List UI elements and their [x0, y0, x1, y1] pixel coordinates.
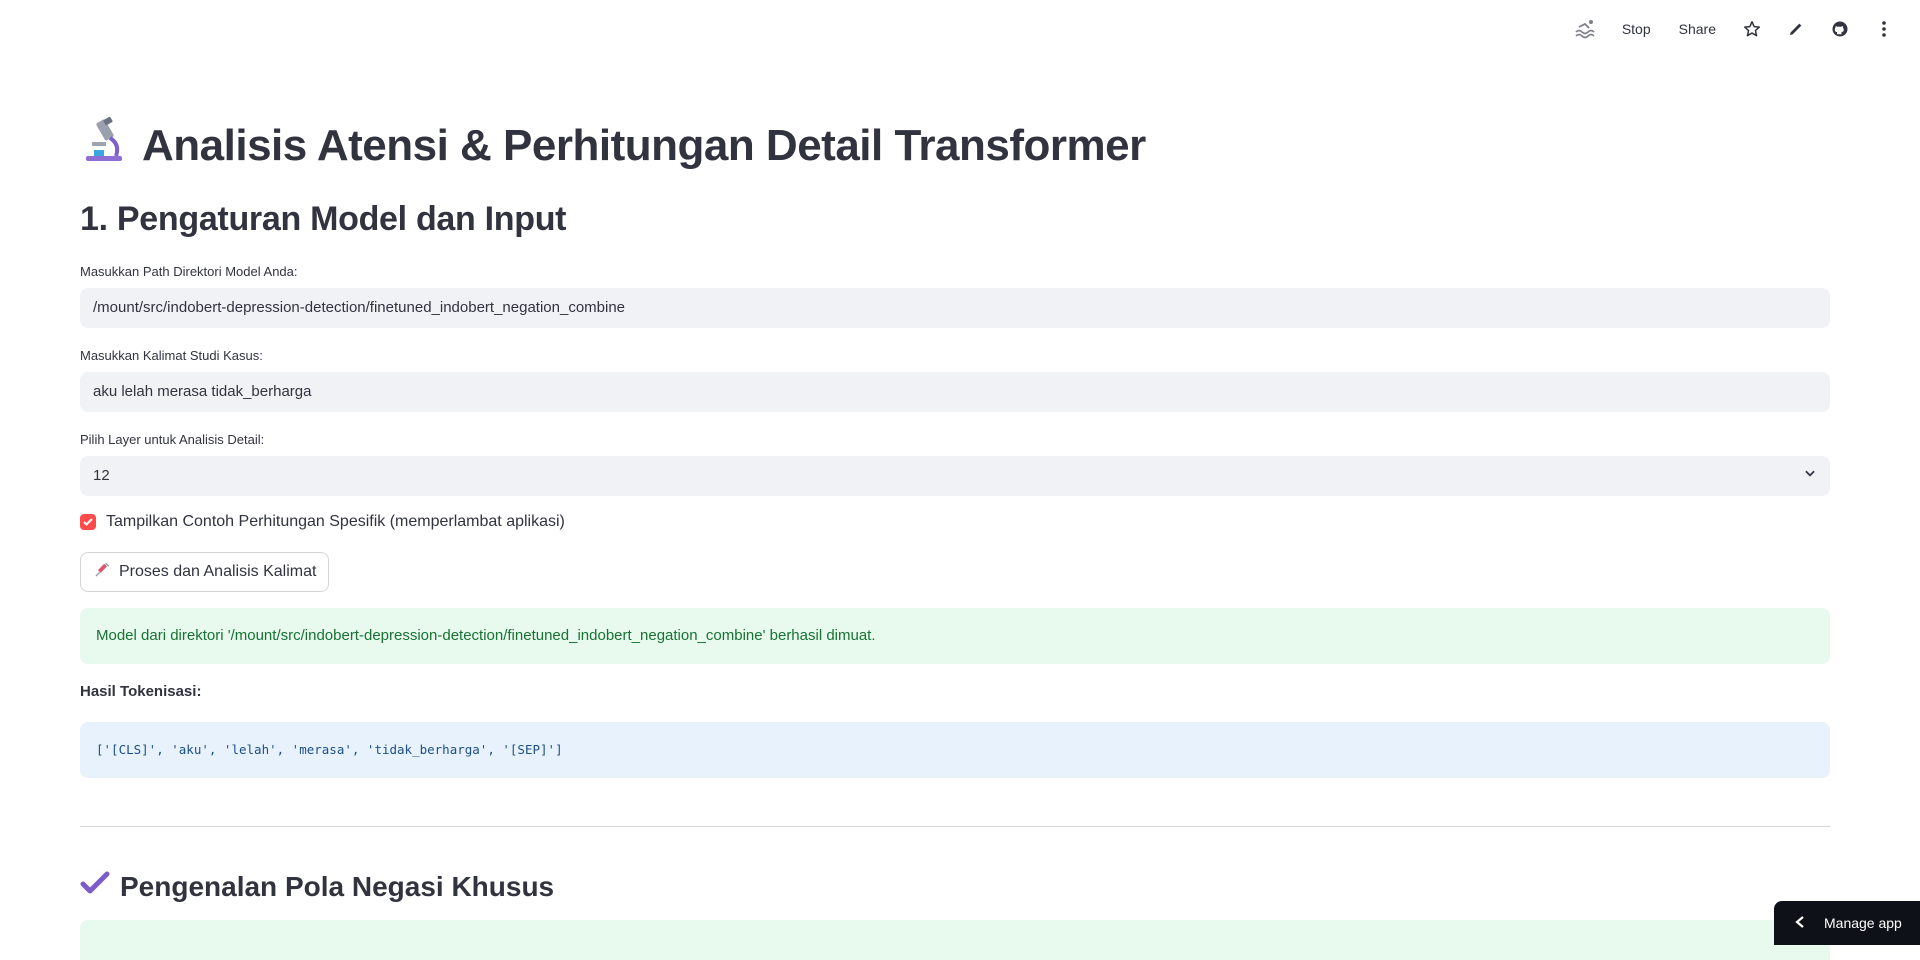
- negation-pattern-heading: Pengenalan Pola Negasi Khusus: [120, 871, 554, 903]
- check-mark-icon: [80, 870, 110, 903]
- sentence-input[interactable]: aku lelah merasa tidak_berharga: [80, 372, 1830, 412]
- model-path-input[interactable]: /mount/src/indobert-depression-detection…: [80, 288, 1830, 328]
- chevron-down-icon: [1803, 456, 1817, 496]
- pencil-icon[interactable]: [1778, 11, 1814, 47]
- layer-select-value: 12: [93, 456, 110, 496]
- specific-calculation-checkbox[interactable]: [80, 514, 96, 530]
- negation-pattern-heading-row: Pengenalan Pola Negasi Khusus: [80, 870, 554, 903]
- layer-select[interactable]: 12: [80, 456, 1830, 496]
- stop-button[interactable]: Stop: [1612, 13, 1661, 45]
- tokens-code-block: ['[CLS]', 'aku', 'lelah', 'merasa', 'tid…: [80, 722, 1830, 778]
- process-analyze-button-label: Proses dan Analisis Kalimat: [119, 563, 316, 581]
- divider: [80, 826, 1830, 827]
- negation-success-alert: [80, 920, 1830, 960]
- specific-calculation-checkbox-row[interactable]: Tampilkan Contoh Perhitungan Spesifik (m…: [80, 513, 565, 531]
- syringe-icon: [93, 561, 111, 584]
- swimmer-running-icon: [1568, 11, 1604, 47]
- process-analyze-button[interactable]: Proses dan Analisis Kalimat: [80, 552, 329, 592]
- page-title: Analisis Atensi & Perhitungan Detail Tra…: [142, 121, 1146, 171]
- top-toolbar: Stop Share: [0, 0, 1920, 58]
- kebab-menu-icon[interactable]: [1866, 11, 1902, 47]
- page-title-row: Analisis Atensi & Perhitungan Detail Tra…: [80, 116, 1146, 175]
- github-icon[interactable]: [1822, 11, 1858, 47]
- manage-app-label: Manage app: [1824, 915, 1902, 931]
- microscope-icon: [80, 116, 128, 175]
- share-button[interactable]: Share: [1669, 13, 1726, 45]
- sentence-label: Masukkan Kalimat Studi Kasus:: [80, 348, 263, 363]
- star-icon[interactable]: [1734, 11, 1770, 47]
- layer-select-label: Pilih Layer untuk Analisis Detail:: [80, 432, 264, 447]
- section-heading-settings: 1. Pengaturan Model dan Input: [80, 200, 566, 239]
- checkbox-label: Tampilkan Contoh Perhitungan Spesifik (m…: [106, 513, 565, 531]
- tokenization-label: Hasil Tokenisasi:: [80, 683, 201, 700]
- chevron-left-icon: [1794, 915, 1806, 932]
- model-loaded-success-alert: Model dari direktori '/mount/src/indober…: [80, 608, 1830, 664]
- model-path-label: Masukkan Path Direktori Model Anda:: [80, 264, 298, 279]
- manage-app-button[interactable]: Manage app: [1774, 901, 1920, 945]
